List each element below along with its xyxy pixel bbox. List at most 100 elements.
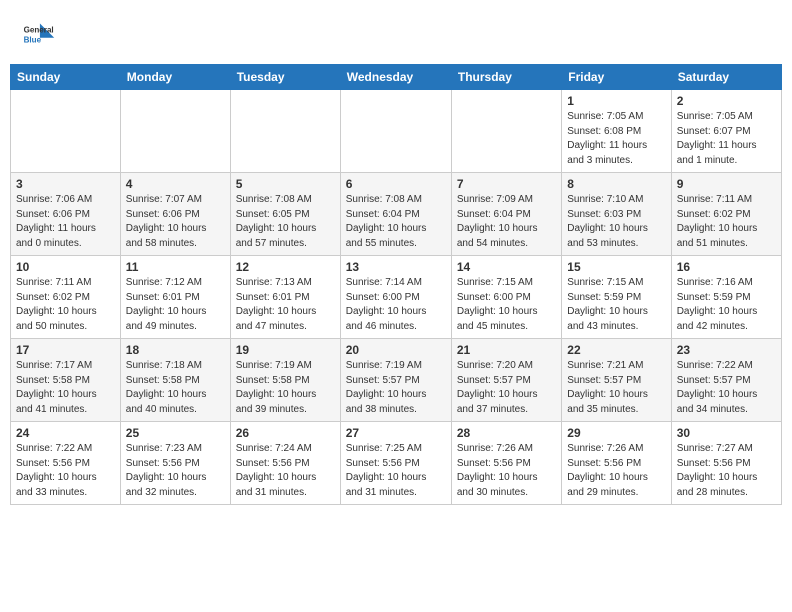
calendar-cell: 5Sunrise: 7:08 AM Sunset: 6:05 PM Daylig… bbox=[230, 173, 340, 256]
day-number: 3 bbox=[16, 177, 115, 191]
calendar-week-row: 1 Sunrise: 7:05 AM Sunset: 6:08 PM Daylig… bbox=[11, 90, 782, 173]
weekday-header: Saturday bbox=[671, 65, 781, 90]
day-number: 1 bbox=[567, 94, 665, 108]
calendar-cell bbox=[120, 90, 230, 173]
weekday-header-row: SundayMondayTuesdayWednesdayThursdayFrid… bbox=[11, 65, 782, 90]
day-info: Sunrise: 7:12 AM Sunset: 6:01 PM Dayligh… bbox=[126, 276, 225, 334]
calendar-cell: 18 Sunrise: 7:18 AM Sunset: 5:58 PM Dayli… bbox=[120, 339, 230, 422]
day-number: 27 bbox=[346, 426, 446, 440]
day-info: Sunrise: 7:14 AM Sunset: 6:00 PM Dayligh… bbox=[346, 276, 446, 334]
day-number: 14 bbox=[457, 260, 556, 274]
day-info: Sunrise: 7:19 AM Sunset: 5:57 PM Dayligh… bbox=[346, 359, 446, 417]
calendar-cell: 7 Sunrise: 7:09 AM Sunset: 6:04 PM Daylig… bbox=[451, 173, 561, 256]
day-number: 22 bbox=[567, 343, 665, 357]
day-number: 8 bbox=[567, 177, 665, 191]
calendar-cell: 20 Sunrise: 7:19 AM Sunset: 5:57 PM Dayli… bbox=[340, 339, 451, 422]
day-info: Sunrise: 7:09 AM Sunset: 6:04 PM Dayligh… bbox=[457, 193, 556, 251]
calendar-cell: 16 Sunrise: 7:16 AM Sunset: 5:59 PM Dayli… bbox=[671, 256, 781, 339]
day-info: Sunrise: 7:05 AM Sunset: 6:07 PM Dayligh… bbox=[677, 110, 776, 168]
calendar-cell: 9 Sunrise: 7:11 AM Sunset: 6:02 PM Daylig… bbox=[671, 173, 781, 256]
day-number: 13 bbox=[346, 260, 446, 274]
svg-text:General: General bbox=[24, 25, 54, 34]
day-number: 9 bbox=[677, 177, 776, 191]
calendar-cell: 21Sunrise: 7:20 AM Sunset: 5:57 PM Dayli… bbox=[451, 339, 561, 422]
calendar-cell: 1 Sunrise: 7:05 AM Sunset: 6:08 PM Daylig… bbox=[562, 90, 671, 173]
day-number: 26 bbox=[236, 426, 335, 440]
calendar-cell: 28 Sunrise: 7:26 AM Sunset: 5:56 PM Dayli… bbox=[451, 422, 561, 505]
day-number: 30 bbox=[677, 426, 776, 440]
logo-icon: General Blue bbox=[20, 18, 56, 54]
day-info: Sunrise: 7:23 AM Sunset: 5:56 PM Dayligh… bbox=[126, 442, 225, 500]
day-number: 11 bbox=[126, 260, 225, 274]
calendar-cell bbox=[451, 90, 561, 173]
calendar-cell: 23 Sunrise: 7:22 AM Sunset: 5:57 PM Dayli… bbox=[671, 339, 781, 422]
day-number: 12 bbox=[236, 260, 335, 274]
calendar-cell: 10Sunrise: 7:11 AM Sunset: 6:02 PM Dayli… bbox=[11, 256, 121, 339]
day-info: Sunrise: 7:21 AM Sunset: 5:57 PM Dayligh… bbox=[567, 359, 665, 417]
day-info: Sunrise: 7:22 AM Sunset: 5:56 PM Dayligh… bbox=[16, 442, 115, 500]
day-info: Sunrise: 7:26 AM Sunset: 5:56 PM Dayligh… bbox=[457, 442, 556, 500]
calendar-cell: 11 Sunrise: 7:12 AM Sunset: 6:01 PM Dayli… bbox=[120, 256, 230, 339]
logo: General Blue bbox=[20, 18, 56, 54]
day-number: 2 bbox=[677, 94, 776, 108]
calendar-cell: 29Sunrise: 7:26 AM Sunset: 5:56 PM Dayli… bbox=[562, 422, 671, 505]
day-info: Sunrise: 7:06 AM Sunset: 6:06 PM Dayligh… bbox=[16, 193, 115, 251]
day-number: 16 bbox=[677, 260, 776, 274]
day-info: Sunrise: 7:22 AM Sunset: 5:57 PM Dayligh… bbox=[677, 359, 776, 417]
calendar-cell: 24 Sunrise: 7:22 AM Sunset: 5:56 PM Dayli… bbox=[11, 422, 121, 505]
page-header: General Blue bbox=[10, 10, 782, 58]
calendar-cell: 3 Sunrise: 7:06 AM Sunset: 6:06 PM Daylig… bbox=[11, 173, 121, 256]
day-info: Sunrise: 7:16 AM Sunset: 5:59 PM Dayligh… bbox=[677, 276, 776, 334]
calendar-cell: 25 Sunrise: 7:23 AM Sunset: 5:56 PM Dayli… bbox=[120, 422, 230, 505]
day-number: 20 bbox=[346, 343, 446, 357]
day-number: 15 bbox=[567, 260, 665, 274]
weekday-header: Wednesday bbox=[340, 65, 451, 90]
day-info: Sunrise: 7:05 AM Sunset: 6:08 PM Dayligh… bbox=[567, 110, 665, 168]
day-number: 24 bbox=[16, 426, 115, 440]
day-number: 23 bbox=[677, 343, 776, 357]
day-info: Sunrise: 7:11 AM Sunset: 6:02 PM Dayligh… bbox=[677, 193, 776, 251]
day-number: 19 bbox=[236, 343, 335, 357]
day-info: Sunrise: 7:24 AM Sunset: 5:56 PM Dayligh… bbox=[236, 442, 335, 500]
calendar-cell bbox=[230, 90, 340, 173]
day-info: Sunrise: 7:15 AM Sunset: 6:00 PM Dayligh… bbox=[457, 276, 556, 334]
day-number: 6 bbox=[346, 177, 446, 191]
weekday-header: Monday bbox=[120, 65, 230, 90]
calendar-cell: 15 Sunrise: 7:15 AM Sunset: 5:59 PM Dayli… bbox=[562, 256, 671, 339]
calendar-cell: 12 Sunrise: 7:13 AM Sunset: 6:01 PM Dayli… bbox=[230, 256, 340, 339]
day-info: Sunrise: 7:08 AM Sunset: 6:05 PM Dayligh… bbox=[236, 193, 335, 251]
calendar-week-row: 17Sunrise: 7:17 AM Sunset: 5:58 PM Dayli… bbox=[11, 339, 782, 422]
calendar-cell: 14 Sunrise: 7:15 AM Sunset: 6:00 PM Dayli… bbox=[451, 256, 561, 339]
calendar-cell: 8 Sunrise: 7:10 AM Sunset: 6:03 PM Daylig… bbox=[562, 173, 671, 256]
day-number: 25 bbox=[126, 426, 225, 440]
day-info: Sunrise: 7:13 AM Sunset: 6:01 PM Dayligh… bbox=[236, 276, 335, 334]
calendar-table: SundayMondayTuesdayWednesdayThursdayFrid… bbox=[10, 64, 782, 505]
day-info: Sunrise: 7:10 AM Sunset: 6:03 PM Dayligh… bbox=[567, 193, 665, 251]
calendar-week-row: 24 Sunrise: 7:22 AM Sunset: 5:56 PM Dayli… bbox=[11, 422, 782, 505]
day-number: 28 bbox=[457, 426, 556, 440]
calendar-cell bbox=[340, 90, 451, 173]
day-info: Sunrise: 7:17 AM Sunset: 5:58 PM Dayligh… bbox=[16, 359, 115, 417]
calendar-cell: 6Sunrise: 7:08 AM Sunset: 6:04 PM Daylig… bbox=[340, 173, 451, 256]
day-info: Sunrise: 7:19 AM Sunset: 5:58 PM Dayligh… bbox=[236, 359, 335, 417]
day-info: Sunrise: 7:27 AM Sunset: 5:56 PM Dayligh… bbox=[677, 442, 776, 500]
calendar-cell: 4 Sunrise: 7:07 AM Sunset: 6:06 PM Daylig… bbox=[120, 173, 230, 256]
day-number: 7 bbox=[457, 177, 556, 191]
calendar-week-row: 10Sunrise: 7:11 AM Sunset: 6:02 PM Dayli… bbox=[11, 256, 782, 339]
day-info: Sunrise: 7:18 AM Sunset: 5:58 PM Dayligh… bbox=[126, 359, 225, 417]
calendar-cell bbox=[11, 90, 121, 173]
calendar-cell: 17Sunrise: 7:17 AM Sunset: 5:58 PM Dayli… bbox=[11, 339, 121, 422]
calendar-cell: 26 Sunrise: 7:24 AM Sunset: 5:56 PM Dayli… bbox=[230, 422, 340, 505]
day-number: 4 bbox=[126, 177, 225, 191]
day-info: Sunrise: 7:20 AM Sunset: 5:57 PM Dayligh… bbox=[457, 359, 556, 417]
weekday-header: Sunday bbox=[11, 65, 121, 90]
day-info: Sunrise: 7:15 AM Sunset: 5:59 PM Dayligh… bbox=[567, 276, 665, 334]
weekday-header: Thursday bbox=[451, 65, 561, 90]
calendar-cell: 19 Sunrise: 7:19 AM Sunset: 5:58 PM Dayli… bbox=[230, 339, 340, 422]
calendar-week-row: 3 Sunrise: 7:06 AM Sunset: 6:06 PM Daylig… bbox=[11, 173, 782, 256]
day-info: Sunrise: 7:07 AM Sunset: 6:06 PM Dayligh… bbox=[126, 193, 225, 251]
day-info: Sunrise: 7:25 AM Sunset: 5:56 PM Dayligh… bbox=[346, 442, 446, 500]
day-number: 18 bbox=[126, 343, 225, 357]
day-number: 29 bbox=[567, 426, 665, 440]
calendar-cell: 30 Sunrise: 7:27 AM Sunset: 5:56 PM Dayli… bbox=[671, 422, 781, 505]
